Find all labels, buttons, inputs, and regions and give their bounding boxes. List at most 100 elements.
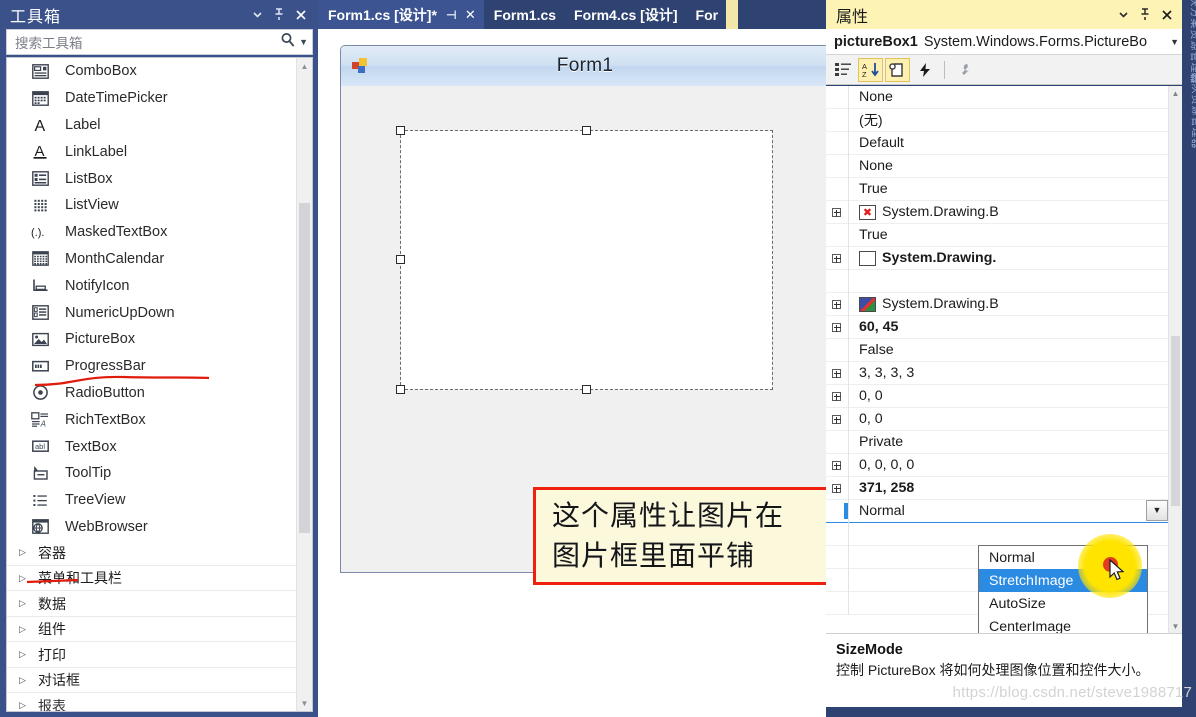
- property-value[interactable]: None: [848, 86, 1168, 109]
- property-row-image[interactable]: ImageSystem.Drawing.: [826, 246, 1168, 270]
- property-value[interactable]: ✖ System.Drawing.B: [848, 200, 1168, 224]
- dropdown-option-stretchimage[interactable]: StretchImage: [979, 569, 1147, 592]
- properties-object-selector[interactable]: pictureBox1 System.Windows.Forms.Picture…: [826, 29, 1182, 55]
- property-value[interactable]: System.Drawing.B: [848, 292, 1168, 316]
- property-value[interactable]: System.Drawing.: [848, 246, 1168, 270]
- property-value[interactable]: Private: [848, 430, 1168, 454]
- editor-tab-2[interactable]: Form4.cs [设计]: [564, 0, 685, 29]
- chevron-down-icon[interactable]: [246, 4, 268, 26]
- editor-tab-3[interactable]: For: [686, 0, 727, 29]
- property-value[interactable]: 0, 0, 0, 0: [848, 453, 1168, 477]
- property-expander[interactable]: [828, 368, 844, 378]
- picturebox-control[interactable]: [396, 126, 773, 394]
- expand-triangle-icon[interactable]: ▷: [19, 675, 33, 686]
- toolbox-item-textbox[interactable]: abl TextBox: [7, 433, 296, 460]
- property-expander[interactable]: [828, 483, 844, 493]
- form-body[interactable]: 这个属性让图片在 图片框里面平铺: [341, 86, 835, 585]
- property-grid-scrollbar[interactable]: ▲ ▼: [1168, 86, 1182, 633]
- events-lightning-icon[interactable]: [912, 58, 937, 82]
- object-selector-chevron-icon[interactable]: ▼: [1166, 37, 1179, 47]
- property-expander[interactable]: [828, 322, 844, 332]
- right-tab-label-1[interactable]: 解决方案资源管理器: [1189, 0, 1196, 85]
- editor-tab-1[interactable]: Form1.cs: [484, 0, 564, 29]
- right-tab-label-2[interactable]: 团队资源管理器: [1190, 73, 1196, 183]
- chevron-down-icon[interactable]: [1112, 4, 1134, 26]
- property-row-enabled[interactable]: EnabledTrue: [826, 177, 1168, 201]
- plus-box-icon[interactable]: [831, 414, 841, 424]
- scroll-down-arrow-icon[interactable]: ▼: [1169, 619, 1182, 633]
- plus-box-icon[interactable]: [831, 483, 841, 493]
- property-value[interactable]: 0, 0: [848, 407, 1168, 431]
- property-value[interactable]: True: [848, 177, 1168, 201]
- toolbox-category-6[interactable]: ▷ 报表: [7, 693, 296, 711]
- property-row-imagelocation[interactable]: ImageLocation: [826, 269, 1168, 293]
- editor-tab-0[interactable]: Form1.cs [设计]* ⊣ ✕: [318, 0, 484, 29]
- expand-triangle-icon[interactable]: ▷: [19, 573, 33, 584]
- property-row-modifiers[interactable]: ModifiersPrivate: [826, 430, 1168, 454]
- resize-handle-bottom-left[interactable]: [396, 385, 405, 394]
- property-expander[interactable]: [828, 299, 844, 309]
- property-pages-wrench-icon[interactable]: [952, 58, 977, 82]
- property-value[interactable]: False: [848, 338, 1168, 362]
- property-row-minimumsize[interactable]: MinimumSize0, 0: [826, 407, 1168, 431]
- toolbox-item-richtextbox[interactable]: A RichTextBox: [7, 406, 296, 433]
- dropdown-option-autosize[interactable]: AutoSize: [979, 592, 1147, 615]
- plus-box-icon[interactable]: [831, 299, 841, 309]
- toolbox-item-maskedtextbox[interactable]: (.). MaskedTextBox: [7, 219, 296, 246]
- toolbox-item-treeview[interactable]: TreeView: [7, 487, 296, 514]
- toolbox-item-linklabel[interactable]: A LinkLabel: [7, 138, 296, 165]
- property-row-padding[interactable]: Padding0, 0, 0, 0: [826, 453, 1168, 477]
- expand-triangle-icon[interactable]: ▷: [19, 700, 33, 711]
- plus-box-icon[interactable]: [831, 391, 841, 401]
- scroll-up-arrow-icon[interactable]: ▲: [1169, 86, 1182, 100]
- toolbox-item-webbrowser[interactable]: WebBrowser: [7, 514, 296, 541]
- categorized-icon[interactable]: [831, 58, 856, 82]
- toolbox-item-monthcalendar[interactable]: MonthCalendar: [7, 246, 296, 273]
- plus-box-icon[interactable]: [831, 322, 841, 332]
- property-row-location[interactable]: Location60, 45: [826, 315, 1168, 339]
- property-value[interactable]: 371, 258: [848, 476, 1168, 500]
- pin-icon[interactable]: ⊣: [446, 8, 457, 22]
- toolbox-item-radiobutton[interactable]: RadioButton: [7, 380, 296, 407]
- property-row-dock[interactable]: DockNone: [826, 154, 1168, 178]
- expand-triangle-icon[interactable]: ▷: [19, 598, 33, 609]
- property-expander[interactable]: [828, 460, 844, 470]
- property-row-contextmenustrip[interactable]: ContextMenuStrip(无): [826, 108, 1168, 132]
- toolbox-category-2[interactable]: ▷ 数据: [7, 591, 296, 617]
- plus-box-icon[interactable]: [831, 207, 841, 217]
- search-options-chevron-icon[interactable]: ▼: [299, 37, 308, 47]
- property-value[interactable]: Default: [848, 131, 1168, 155]
- sizemode-dropdown-button[interactable]: ▼: [1146, 499, 1168, 521]
- property-row-generatemember[interactable]: GenerateMemberTrue: [826, 223, 1168, 247]
- property-value[interactable]: None: [848, 154, 1168, 178]
- toolbox-item-tooltip[interactable]: ToolTip: [7, 460, 296, 487]
- toolbox-item-numericupdown[interactable]: NumericUpDown: [7, 299, 296, 326]
- plus-box-icon[interactable]: [831, 368, 841, 378]
- resize-handle-top-center[interactable]: [582, 126, 591, 135]
- form-designer-window[interactable]: Form1 这个属性让图片在 图片框里面平铺: [340, 45, 835, 585]
- plus-box-icon[interactable]: [831, 460, 841, 470]
- property-value[interactable]: Normal ▼: [848, 499, 1168, 523]
- property-row-cursor[interactable]: CursorDefault: [826, 131, 1168, 155]
- property-value[interactable]: 0, 0: [848, 384, 1168, 408]
- pin-icon[interactable]: [1134, 4, 1156, 26]
- toolbox-item-datetimepicker[interactable]: DateTimePicker: [7, 85, 296, 112]
- resize-handle-bottom-center[interactable]: [582, 385, 591, 394]
- property-row-maximumsize[interactable]: MaximumSize0, 0: [826, 384, 1168, 408]
- property-row-size[interactable]: Size371, 258: [826, 476, 1168, 500]
- toolbox-item-progressbar[interactable]: ProgressBar: [7, 353, 296, 380]
- toolbox-item-listview[interactable]: ListView: [7, 192, 296, 219]
- resize-handle-top-left[interactable]: [396, 126, 405, 135]
- property-value[interactable]: True: [848, 223, 1168, 247]
- property-expander[interactable]: [828, 414, 844, 424]
- property-row-borderstyle[interactable]: BorderStyleNone: [826, 86, 1168, 109]
- property-row-errorimage[interactable]: ErrorImage✖System.Drawing.B: [826, 200, 1168, 224]
- design-surface[interactable]: Form1 这个属性让图片在 图片框里面平铺: [318, 29, 835, 717]
- dropdown-option-centerimage[interactable]: CenterImage: [979, 615, 1147, 634]
- toolbox-item-notifyicon[interactable]: NotifyIcon: [7, 272, 296, 299]
- expand-triangle-icon[interactable]: ▷: [19, 547, 33, 558]
- property-row-tag[interactable]: Tag: [826, 522, 1168, 546]
- dropdown-option-normal[interactable]: Normal: [979, 546, 1147, 569]
- property-grid-scroll-thumb[interactable]: [1171, 336, 1180, 506]
- scroll-up-arrow-icon[interactable]: ▲: [297, 58, 312, 74]
